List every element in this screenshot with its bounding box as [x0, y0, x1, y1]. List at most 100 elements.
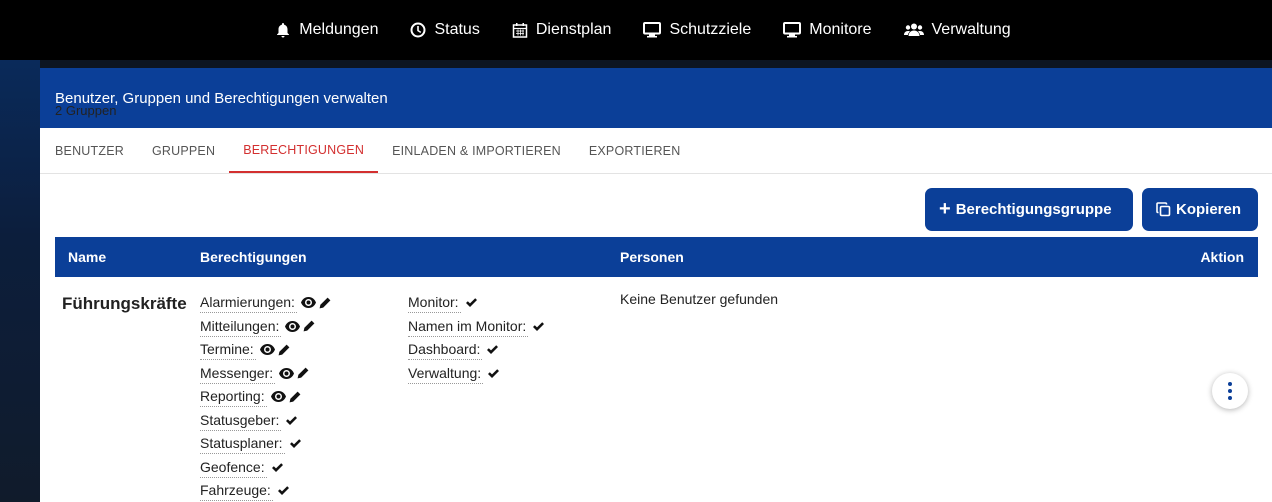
nav-label: Monitore — [809, 21, 872, 38]
check-icon — [488, 368, 500, 378]
permission-icons — [285, 320, 318, 332]
permission-label: Reporting: — [200, 386, 267, 408]
group-name: Führungskräfte — [62, 294, 187, 313]
copy-button[interactable]: Kopieren — [1142, 188, 1258, 231]
check-icon — [277, 486, 289, 496]
add-permission-group-button[interactable]: + Berechtigungsgruppe — [925, 188, 1133, 231]
group-count: 2 Gruppen — [55, 103, 117, 118]
permission-item: Fahrzeuge: — [200, 479, 334, 502]
check-icon — [289, 439, 301, 449]
nav-label: Meldungen — [299, 21, 379, 38]
header-permissions: Berechtigungen — [200, 249, 307, 265]
eye-icon — [300, 297, 316, 309]
permission-icons — [487, 368, 503, 379]
panel-header: Benutzer, Gruppen und Berechtigungen ver… — [40, 68, 1272, 128]
tab-bar: BENUTZER GRUPPEN BERECHTIGUNGEN EINLADEN… — [40, 128, 1272, 174]
permission-label: Verwaltung: — [408, 363, 484, 384]
copy-icon — [1156, 202, 1171, 217]
table-header: Name Berechtigungen Personen Aktion — [55, 237, 1258, 277]
permission-item: Dashboard: — [408, 338, 548, 362]
check-icon — [271, 462, 283, 472]
permissions-column-right: Monitor: Namen im Monitor: Dashboard: Verwa… — [408, 291, 548, 385]
nav-item-monitore[interactable]: Monitore — [783, 21, 872, 39]
tab-berechtigungen[interactable]: BERECHTIGUNGEN — [229, 128, 379, 173]
row-actions-menu-button[interactable] — [1212, 373, 1248, 409]
desktop-icon — [643, 22, 662, 38]
permission-icons — [532, 321, 548, 332]
permission-item: Statusgeber: — [200, 409, 334, 433]
permission-icons — [300, 297, 334, 309]
kebab-dot — [1228, 396, 1232, 400]
permission-item: Messenger: — [200, 362, 334, 386]
permission-icons — [285, 415, 301, 426]
top-navigation: Meldungen Status Dienstplan Schutzziele … — [0, 0, 1272, 60]
side-decoration — [0, 60, 40, 502]
permissions-panel: Benutzer, Gruppen und Berechtigungen ver… — [40, 68, 1272, 502]
permission-label: Statusplaner: — [200, 433, 285, 455]
permission-label: Geofence: — [200, 457, 267, 478]
permission-label: Dashboard: — [408, 339, 483, 361]
kebab-dot — [1228, 389, 1232, 393]
permission-label: Namen im Monitor: — [408, 316, 529, 337]
permission-icons — [486, 344, 502, 355]
check-icon — [533, 321, 545, 331]
check-icon — [487, 345, 499, 355]
tab-gruppen[interactable]: GRUPPEN — [152, 128, 215, 173]
permission-item: Termine: — [200, 338, 334, 362]
nav-label: Status — [434, 21, 480, 38]
header-persons: Personen — [620, 249, 684, 265]
permission-item: Monitor: — [408, 291, 548, 315]
nav-label: Dienstplan — [535, 21, 612, 38]
nav-item-dienstplan[interactable]: Dienstplan — [512, 21, 612, 39]
permission-item: Mitteilungen: — [200, 315, 334, 339]
nav-item-verwaltung[interactable]: Verwaltung — [903, 21, 1011, 39]
header-name: Name — [68, 249, 107, 265]
persons-cell: Keine Benutzer gefunden — [620, 291, 779, 307]
kebab-dot — [1228, 382, 1232, 386]
header-action: Aktion — [1200, 249, 1244, 265]
permission-icons — [279, 367, 312, 379]
calendar-icon — [512, 23, 528, 38]
permission-icons — [277, 485, 293, 496]
tab-einladen-importieren[interactable]: EINLADEN & IMPORTIEREN — [392, 128, 561, 173]
users-icon — [903, 23, 924, 36]
permission-label: Fahrzeuge: — [200, 480, 273, 502]
permission-label: Monitor: — [408, 292, 461, 314]
permission-item: Reporting: — [200, 385, 334, 409]
eye-icon — [270, 391, 286, 403]
permission-label: Messenger: — [200, 363, 276, 384]
eye-icon — [279, 367, 295, 379]
permission-icons — [259, 344, 293, 356]
nav-label: Verwaltung — [931, 21, 1011, 38]
pencil-icon — [319, 297, 331, 309]
permission-icons — [465, 297, 481, 308]
pencil-icon — [289, 391, 300, 403]
permission-item: Geofence: — [200, 456, 334, 480]
permission-icons — [270, 391, 304, 403]
permission-label: Statusgeber: — [200, 410, 282, 431]
copy-button-label: Kopieren — [1176, 201, 1242, 218]
tab-benutzer[interactable]: BENUTZER — [55, 128, 124, 173]
tab-exportieren[interactable]: EXPORTIEREN — [589, 128, 681, 173]
nav-item-status[interactable]: Status — [410, 21, 480, 39]
nav-item-meldungen[interactable]: Meldungen — [275, 21, 378, 39]
eye-icon — [259, 344, 275, 356]
permission-label: Mitteilungen: — [200, 316, 282, 337]
desktop-icon — [783, 22, 802, 38]
add-button-label: Berechtigungsgruppe — [955, 201, 1112, 218]
permissions-column-left: Alarmierungen: Mitteilungen: Termine: Messe… — [200, 291, 334, 502]
permission-icons — [289, 438, 305, 449]
nav-item-schutzziele[interactable]: Schutzziele — [643, 21, 751, 39]
plus-icon: + — [939, 198, 951, 220]
permission-icons — [271, 462, 287, 473]
check-icon — [286, 415, 298, 425]
check-icon — [465, 298, 477, 308]
pencil-icon — [278, 344, 290, 356]
permission-item: Verwaltung: — [408, 362, 548, 386]
eye-icon — [285, 320, 301, 332]
permission-label: Alarmierungen: — [200, 292, 297, 314]
pencil-icon — [303, 320, 315, 332]
nav-label: Schutzziele — [669, 21, 752, 38]
clock-icon — [410, 22, 426, 38]
permission-label: Termine: — [200, 339, 256, 361]
